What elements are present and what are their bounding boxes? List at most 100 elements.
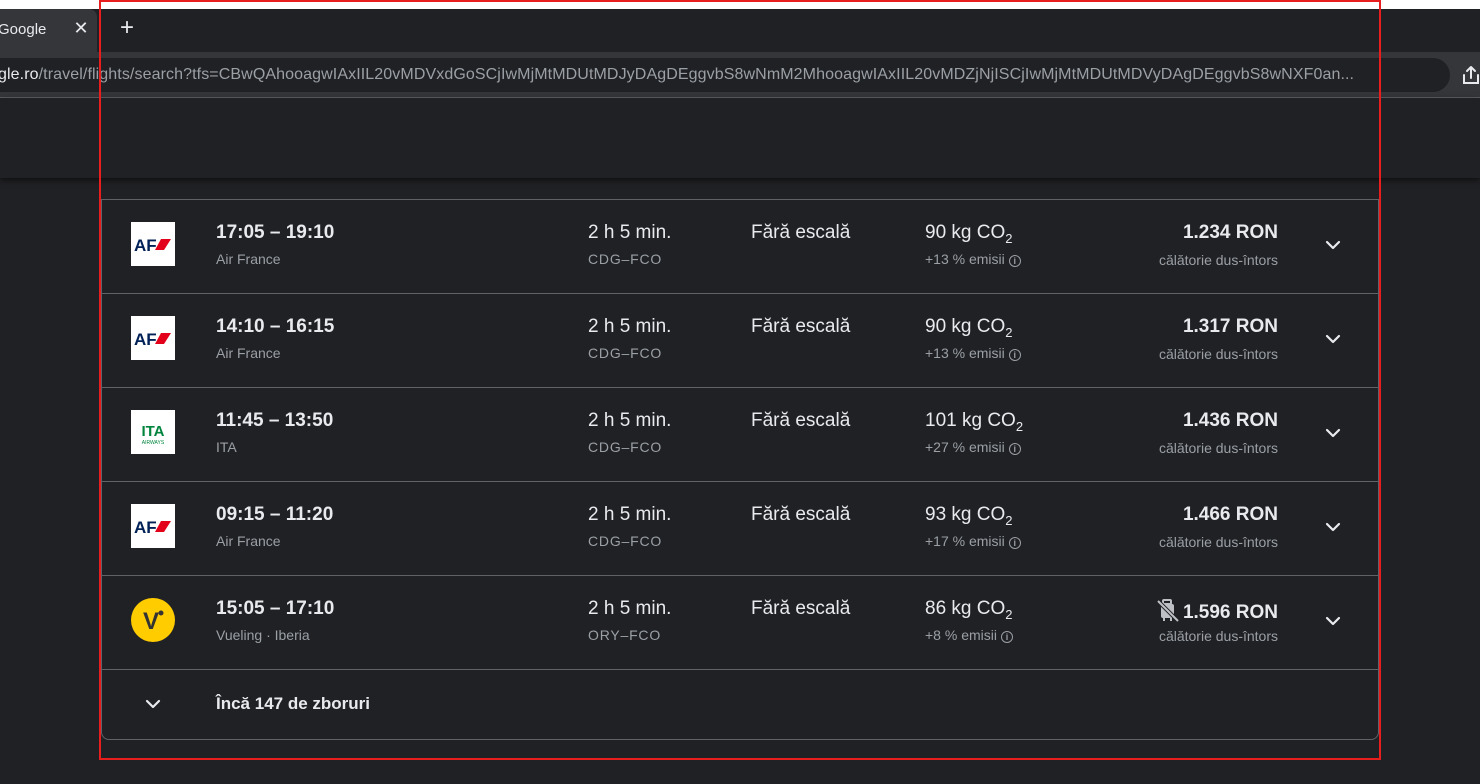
flight-times: 09:15 – 11:20 [216,504,334,525]
flight-times: 15:05 – 17:10 [216,598,335,619]
flight-route: CDG–FCO [588,345,663,361]
share-icon[interactable] [1460,64,1480,86]
flight-price: 1.436 RON [1182,410,1278,431]
vueling-logo-text: V [143,608,159,635]
tab-strip: Google ✕ + [0,9,1480,52]
price-note: călătorie dus-întors [1158,346,1278,362]
air-france-logo-icon: AF [131,504,175,548]
co2-emission: 90 kg CO2 [925,316,1013,340]
emission-percent: +17 % emisii i [925,533,1021,549]
co2-value: 86 kg CO [925,598,1006,619]
browser-toolbar: gle.ro/travel/flights/search?tfs=CBwQAho… [0,52,1480,98]
chevron-down-icon[interactable] [1321,327,1345,351]
flight-route: CDG–FCO [588,251,663,267]
ita-logo-text: ITA [141,423,164,440]
flight-stops: Fără escală [751,598,851,619]
url-path: /travel/flights/search?tfs=CBwQAhooagwIA… [38,66,1355,83]
info-icon[interactable]: i [1008,349,1021,361]
price-note: călătorie dus-întors [1158,252,1278,268]
co2-subscript: 2 [1005,231,1013,246]
price-note: călătorie dus-întors [1158,628,1278,644]
flight-duration: 2 h 5 min. [588,598,672,619]
flight-row[interactable]: V 15:05 – 17:10 Vueling · Iberia 2 h 5 m… [102,576,1378,670]
flight-route: CDG–FCO [588,533,663,549]
flight-price: 1.466 RON [1182,504,1278,525]
flight-row[interactable]: AF 17:05 – 19:10 Air France 2 h 5 min. C… [102,200,1378,294]
chevron-down-icon[interactable] [1321,609,1345,633]
flight-stops: Fără escală [751,504,851,525]
new-tab-button[interactable]: + [115,16,139,41]
chevron-down-icon [145,699,161,709]
flight-stops: Fără escală [751,410,851,431]
flight-duration: 2 h 5 min. [588,316,672,337]
emission-percent-text: +27 % emisii [925,439,1005,455]
close-tab-icon[interactable]: ✕ [70,17,92,39]
air-france-logo-icon: AF [131,222,175,266]
emission-percent-text: +8 % emisii [925,627,997,643]
flight-row[interactable]: AF 09:15 – 11:20 Air France 2 h 5 min. C… [102,482,1378,576]
flight-times: 11:45 – 13:50 [216,410,334,431]
ita-airways-logo-icon: ITA AIRWAYS [131,410,175,454]
chevron-down-icon[interactable] [1321,515,1345,539]
emission-percent-text: +13 % emisii [925,251,1005,267]
tab-title: Google [0,21,47,38]
co2-value: 101 kg CO [925,410,1016,431]
window-top-edge [0,0,1480,9]
flight-duration: 2 h 5 min. [588,504,672,525]
af-logo-text: AF [134,330,157,349]
co2-subscript: 2 [1005,607,1013,622]
price-note: călătorie dus-întors [1158,534,1278,550]
flight-duration: 2 h 5 min. [588,222,672,243]
airline-name: ITA [216,439,237,455]
emission-percent-text: +17 % emisii [925,533,1005,549]
emission-percent: +8 % emisii i [925,627,1013,643]
airline-name: Air France [216,251,281,267]
co2-emission: 93 kg CO2 [925,504,1013,528]
flight-route: ORY–FCO [588,627,662,643]
url-text[interactable]: gle.ro/travel/flights/search?tfs=CBwQAho… [0,66,1354,84]
co2-emission: 90 kg CO2 [925,222,1013,246]
emission-percent: +13 % emisii i [925,251,1021,267]
search-header [0,98,1480,178]
co2-emission: 101 kg CO2 [925,410,1023,434]
chevron-down-icon[interactable] [1321,421,1345,445]
flight-row[interactable]: ITA AIRWAYS 11:45 – 13:50 ITA 2 h 5 min.… [102,388,1378,482]
no-carry-on-bag-icon [1156,599,1179,622]
flight-results-list: AF 17:05 – 19:10 Air France 2 h 5 min. C… [101,199,1379,740]
ita-logo-subtext: AIRWAYS [142,440,165,446]
info-icon[interactable]: i [1008,443,1021,455]
airline-name: Air France [216,345,281,361]
emission-percent: +13 % emisii i [925,345,1021,361]
flight-stops: Fără escală [751,222,851,243]
emission-percent-text: +13 % emisii [925,345,1005,361]
browser-tab[interactable]: Google ✕ [0,9,97,52]
co2-subscript: 2 [1005,513,1013,528]
url-host: gle.ro [0,66,39,83]
info-icon[interactable]: i [1008,537,1021,549]
flight-times: 17:05 – 19:10 [216,222,335,243]
chevron-down-icon[interactable] [1321,233,1345,257]
flight-duration: 2 h 5 min. [588,410,672,431]
co2-emission: 86 kg CO2 [925,598,1013,622]
co2-subscript: 2 [1005,325,1013,340]
flight-price: 1.317 RON [1182,316,1278,337]
info-icon[interactable]: i [1000,631,1013,643]
emission-percent: +27 % emisii i [925,439,1021,455]
more-flights-button[interactable]: Încă 147 de zboruri [102,670,1378,739]
flight-row[interactable]: AF 14:10 – 16:15 Air France 2 h 5 min. C… [102,294,1378,388]
price-value: 1.596 RON [1182,602,1278,623]
address-bar[interactable]: gle.ro/travel/flights/search?tfs=CBwQAho… [0,58,1450,92]
info-icon[interactable]: i [1008,255,1021,267]
airline-name: Air France [216,533,281,549]
air-france-logo-icon: AF [131,316,175,360]
af-logo-text: AF [134,236,157,255]
co2-value: 90 kg CO [925,222,1006,243]
flight-stops: Fără escală [751,316,851,337]
flight-price: 1.596 RON [1156,598,1278,624]
co2-value: 90 kg CO [925,316,1006,337]
af-logo-text: AF [134,518,157,537]
flight-route: CDG–FCO [588,439,663,455]
airline-name: Vueling · Iberia [216,627,310,643]
price-note: călătorie dus-întors [1158,440,1278,456]
more-flights-label: Încă 147 de zboruri [216,694,370,713]
